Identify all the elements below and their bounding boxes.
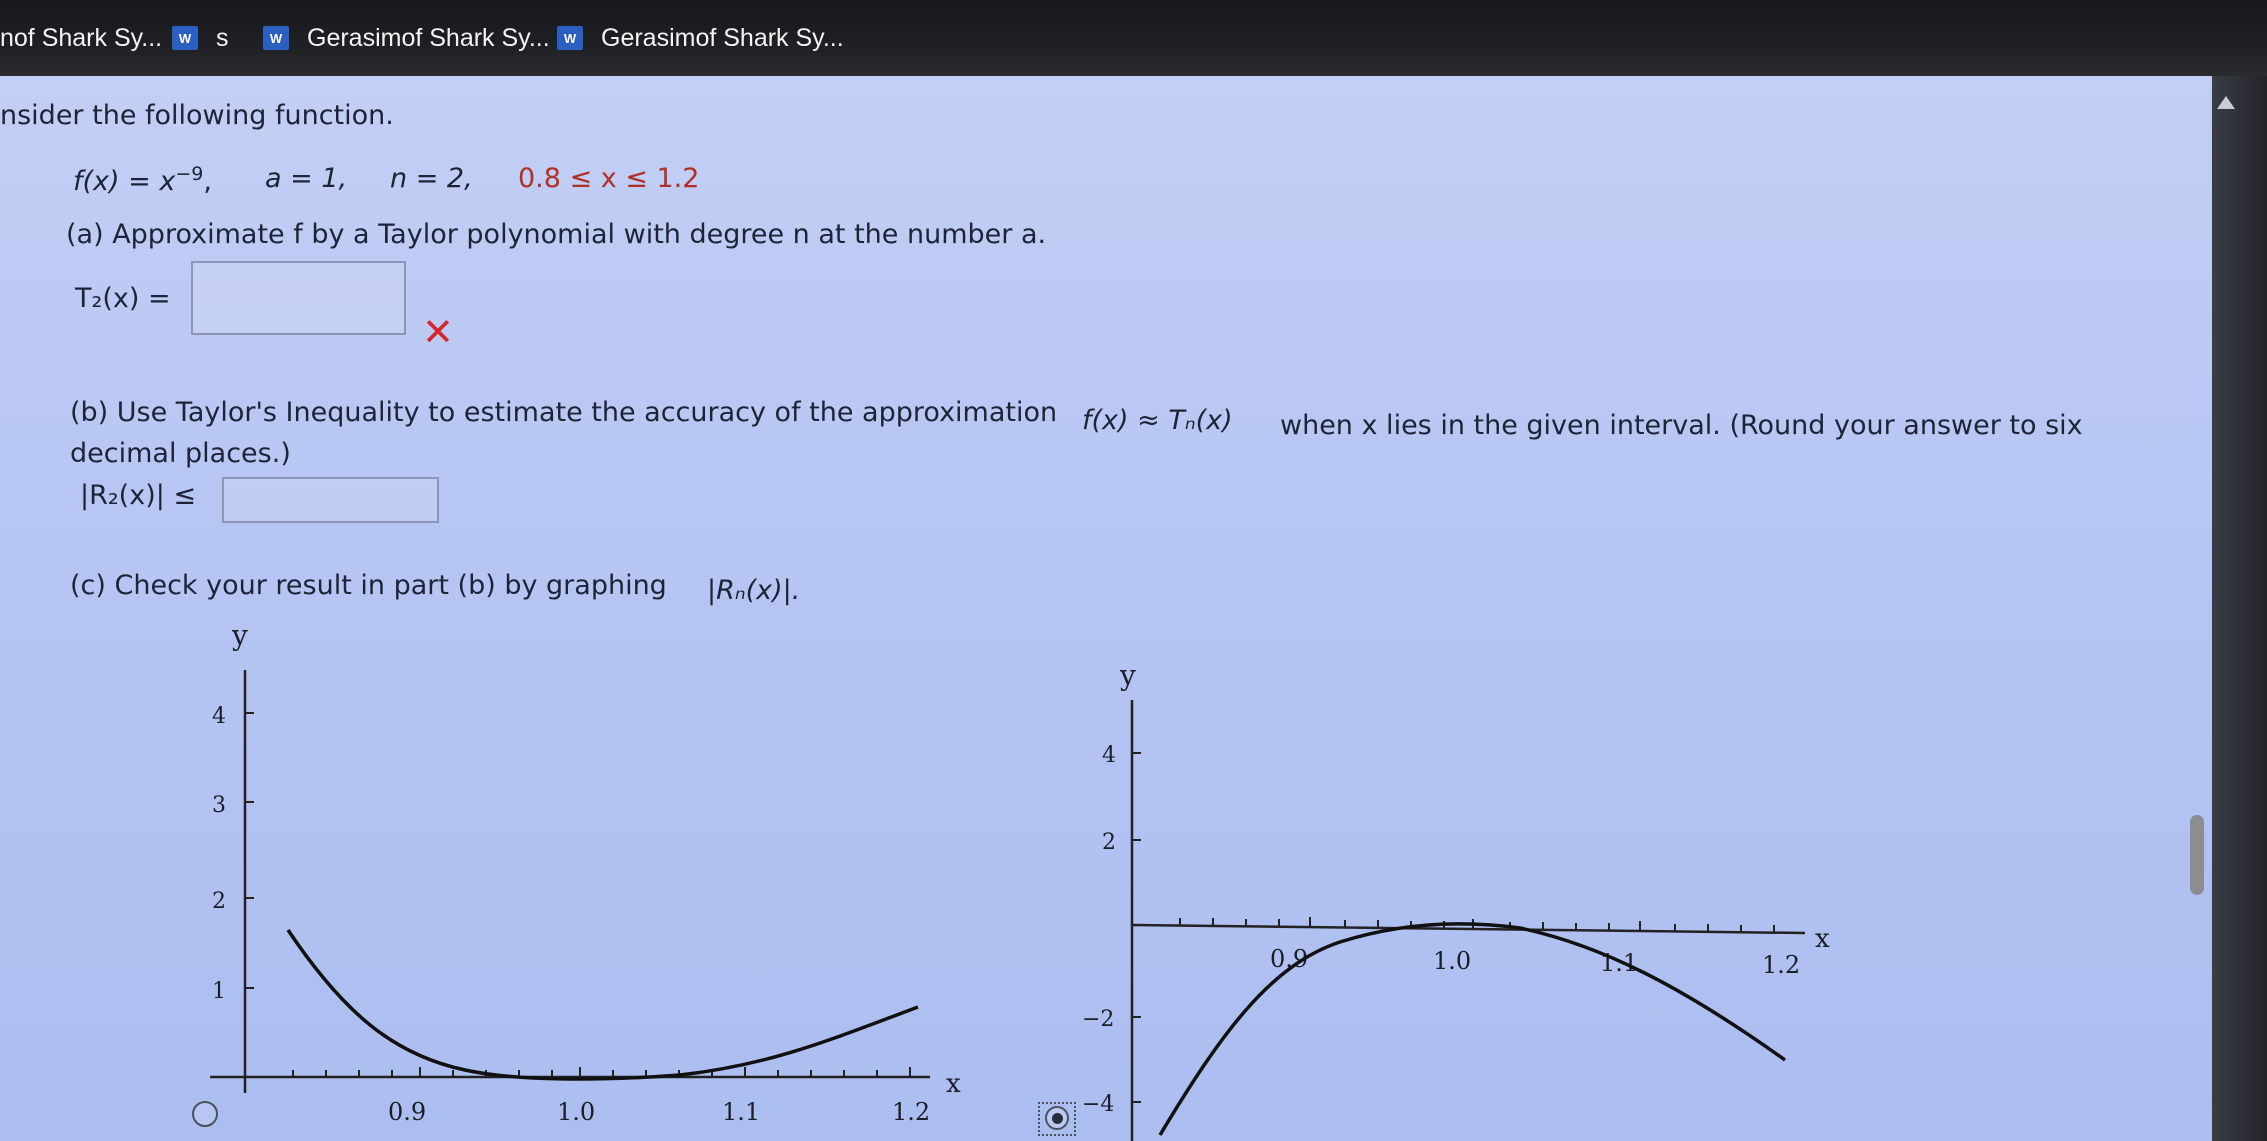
graph-1-xtick: 1.0 bbox=[557, 1098, 595, 1126]
incorrect-icon: ✕ bbox=[422, 310, 454, 354]
error-bound-input[interactable] bbox=[222, 477, 439, 523]
part-b-prompt-end: decimal places.) bbox=[70, 438, 291, 469]
taskbar-tab-1-label: nof Shark Sy... bbox=[0, 23, 163, 52]
part-b-formula: f(x) ≈ Tₙ(x) bbox=[1082, 405, 1233, 436]
graph-2-y-label: y bbox=[1119, 659, 1136, 692]
part-b-label: |R₂(x)| ≤ bbox=[80, 480, 197, 511]
graph-option-1: y 4 3 2 1 0.9 1.0 1.1 1.2 x bbox=[210, 619, 961, 1126]
function-comma: , bbox=[203, 166, 212, 197]
graph-2-ytick: 4 bbox=[1102, 743, 1116, 768]
taskbar-tab-4[interactable]: W Gerasimof Shark Sy... bbox=[557, 18, 844, 58]
graph-1-xtick: 1.1 bbox=[722, 1098, 760, 1126]
word-icon: W bbox=[172, 26, 198, 50]
graph-1-y-label: y bbox=[231, 619, 248, 652]
graph-2-xtick: 1.1 bbox=[1600, 949, 1638, 977]
graph-1-ytick: 4 bbox=[212, 704, 226, 729]
part-a-label: T₂(x) = bbox=[75, 283, 171, 314]
taskbar-tab-1[interactable]: nof Shark Sy... bbox=[0, 18, 162, 58]
graph-2-ytick: −2 bbox=[1082, 1007, 1114, 1032]
taskbar: nof Shark Sy... W s W Gerasimof Shark Sy… bbox=[0, 0, 2267, 76]
graph-option-2: y 4 2 −2 −4 0.9 1.0 1.1 1.2 x bbox=[1082, 659, 1830, 1141]
word-icon: W bbox=[557, 26, 583, 50]
graph-1-xtick: 1.2 bbox=[892, 1098, 930, 1126]
word-icon: W bbox=[263, 26, 289, 50]
graph-2-xtick: 1.2 bbox=[1762, 951, 1800, 979]
interval: 0.8 ≤ x ≤ 1.2 bbox=[518, 163, 700, 194]
graph-2-ytick: −4 bbox=[1082, 1092, 1114, 1117]
taskbar-tab-3[interactable]: W Gerasimof Shark Sy... bbox=[263, 18, 550, 58]
graph-1-ytick: 3 bbox=[212, 793, 226, 818]
graph-1-radio[interactable] bbox=[192, 1101, 218, 1127]
taskbar-tab-3-label: Gerasimof Shark Sy... bbox=[307, 23, 550, 52]
scroll-up-icon[interactable] bbox=[2217, 96, 2235, 109]
graph-1-ytick: 1 bbox=[212, 979, 226, 1004]
function-lhs: f(x) = x bbox=[73, 166, 176, 197]
graph-2-x-label: x bbox=[1815, 924, 1830, 954]
function-definition: f(x) = x−9, bbox=[73, 163, 212, 197]
taskbar-tab-2[interactable]: W s bbox=[172, 18, 229, 58]
graph-2-ytick: 2 bbox=[1102, 830, 1116, 855]
graph-1-curve bbox=[286, 929, 919, 1081]
taskbar-tab-4-label: Gerasimof Shark Sy... bbox=[601, 23, 844, 52]
scrollbar-track[interactable] bbox=[2212, 76, 2267, 1141]
taylor-polynomial-input[interactable] bbox=[191, 261, 406, 335]
parameter-a: a = 1, bbox=[265, 163, 348, 194]
graph-1-x-label: x bbox=[946, 1069, 961, 1099]
taskbar-tab-2-label: s bbox=[216, 23, 229, 52]
graph-1-xtick: 0.9 bbox=[388, 1098, 426, 1126]
part-a-prompt: (a) Approximate f by a Taylor polynomial… bbox=[66, 219, 1047, 250]
part-b-prompt: (b) Use Taylor's Inequality to estimate … bbox=[70, 397, 1058, 428]
scrollbar-thumb[interactable] bbox=[2190, 815, 2204, 895]
graph-1-ytick: 2 bbox=[212, 889, 226, 914]
graph-2-xtick: 1.0 bbox=[1433, 947, 1471, 975]
part-c-prompt: (c) Check your result in part (b) by gra… bbox=[70, 570, 667, 601]
radio-selected-dot bbox=[1051, 1112, 1063, 1124]
part-b-prompt-continued: when x lies in the given interval. (Roun… bbox=[1280, 410, 2083, 441]
part-c-formula: |Rₙ(x)|. bbox=[707, 575, 801, 606]
problem-intro: nsider the following function. bbox=[0, 100, 394, 131]
graph-2-radio[interactable] bbox=[1045, 1106, 1069, 1130]
function-exponent: −9 bbox=[175, 163, 204, 185]
parameter-n: n = 2, bbox=[390, 163, 473, 194]
graph-2-curve bbox=[1158, 922, 1787, 1136]
